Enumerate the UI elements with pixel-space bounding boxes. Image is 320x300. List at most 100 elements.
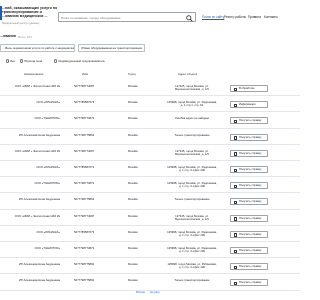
site-header: ...ний, оказывающих услуги по транспорти… bbox=[0, 0, 300, 38]
brand-subtitle: Федеральный реестр (данные) bbox=[2, 22, 40, 25]
cell-inn: 5077798775862 bbox=[74, 132, 95, 137]
cell-inn: 5077798775862 bbox=[74, 262, 95, 267]
document-icon bbox=[233, 281, 237, 286]
table-row[interactable]: ИП Алексеева Нина Андреевна 5077798775862… bbox=[0, 258, 300, 275]
filter-exchange-button[interactable]: Обмен оборудованием на транспортировщик bbox=[78, 44, 145, 52]
row-action-label: Получить справку bbox=[239, 265, 262, 269]
cell-address: 125998, город Москва, ул. Рябиновая, д. … bbox=[167, 262, 217, 270]
row-action-label: Получить справку bbox=[239, 119, 262, 123]
radio-individual[interactable]: Индивидуальный предприниматель bbox=[54, 59, 105, 63]
document-icon bbox=[233, 265, 237, 270]
row-action-label: Получить справку bbox=[239, 232, 262, 236]
radio-all[interactable]: Все bbox=[6, 59, 15, 63]
cell-city: Москва bbox=[128, 213, 138, 218]
cell-name: ООО «ИЛЬИНКА» bbox=[36, 165, 60, 169]
cell-address: 127345, город Москва, ул. Верхнешелчинск… bbox=[175, 213, 209, 221]
cell-inn: 5077798774087 bbox=[74, 148, 95, 153]
cell-name: ИП Алексеева Нина Андреевна bbox=[18, 278, 60, 283]
cell-city: Москва bbox=[128, 132, 138, 137]
radio-checked-icon[interactable] bbox=[6, 59, 10, 63]
table-header: Наименование ИНН Город Адрес объекта bbox=[0, 72, 300, 78]
row-action-label: Получить справку bbox=[239, 200, 262, 204]
col-address: Адрес объекта bbox=[178, 72, 198, 76]
radio-unchecked-icon[interactable] bbox=[20, 59, 24, 63]
row-action-button[interactable]: Получить справку bbox=[230, 182, 268, 190]
row-action-button[interactable]: Получить справку bbox=[230, 133, 268, 141]
table-row[interactable]: ИП Алексеева Нина Андреевна 5077798775862… bbox=[0, 129, 300, 145]
col-inn: ИНН bbox=[82, 72, 89, 76]
search-input[interactable] bbox=[61, 14, 179, 21]
document-icon bbox=[233, 200, 237, 205]
nav-search[interactable]: Поиск по сайту bbox=[202, 15, 224, 19]
table-row[interactable]: ООО «ИМИ + Экологичная НЗЗ Ик 50777987740… bbox=[0, 80, 300, 97]
col-city: Город bbox=[128, 72, 136, 76]
footer-link-other[interactable]: Ни разу bbox=[150, 291, 160, 294]
cell-city: Москва bbox=[128, 262, 138, 267]
row-action-button[interactable]: Получить справку bbox=[230, 117, 268, 125]
row-action-button[interactable]: Получить справку bbox=[230, 230, 268, 238]
radio-unchecked-icon[interactable] bbox=[54, 59, 58, 63]
row-action-button[interactable]: Получить справку bbox=[230, 279, 268, 287]
row-action-label: Получить справку bbox=[239, 216, 262, 220]
cell-inn: 5077798775862 bbox=[74, 197, 95, 202]
search-box[interactable] bbox=[58, 12, 196, 22]
cell-inn: 5077785587673 bbox=[74, 165, 95, 169]
table-row[interactable]: ООО «ИЛЬИНКА» 5077785587673 Москва 125998, … bbox=[0, 96, 300, 113]
cell-city: Москва bbox=[128, 246, 138, 250]
table-row[interactable]: ООО «ИМИ + Экологичная НЗЗ Ик 50777987740… bbox=[0, 210, 300, 226]
cell-name: ИП Алексеева Нина Андреевна bbox=[18, 197, 60, 202]
document-icon bbox=[233, 217, 237, 221]
cell-city: Москва bbox=[128, 100, 138, 105]
cell-name: ООО «ИЛЬИНКА» bbox=[36, 229, 60, 234]
table-row[interactable]: ООО «ТЭНИЛГИЯ» 5077798773872 Москва Ошибка … bbox=[0, 112, 300, 129]
nav-rules[interactable]: Правила bbox=[248, 15, 261, 19]
cell-name: ООО «ТЭНИЛГИЯ» bbox=[34, 246, 60, 250]
row-action-button[interactable]: Получить справку bbox=[230, 214, 268, 222]
cell-address: Ошибка адрес не найдено bbox=[174, 116, 210, 121]
cell-inn: 5077798773872 bbox=[74, 116, 95, 121]
cell-address: 127345, город Москва, ул. Верхнешелчинск… bbox=[175, 84, 209, 92]
row-action-button[interactable]: Информация bbox=[230, 101, 268, 109]
row-action-button[interactable]: Получить справку bbox=[230, 198, 268, 206]
row-action-button[interactable]: Получить справку bbox=[230, 247, 268, 254]
table-row[interactable]: ИП Алексеева Нина Андреевна 5077798775862… bbox=[0, 274, 300, 291]
cell-city: Москва bbox=[128, 197, 138, 202]
nav-contacts[interactable]: Контакты bbox=[264, 15, 278, 19]
col-name: Наименование bbox=[24, 72, 44, 76]
radio-legal[interactable]: Юрлица лица bbox=[20, 59, 42, 63]
cell-city: Москва bbox=[128, 181, 138, 186]
table-row[interactable]: ООО «ТЭНИЛГИЯ» 5077798773872 Москва 125998,… bbox=[0, 242, 300, 259]
radio-label: Индивидуальный предприниматель bbox=[58, 59, 105, 63]
cell-address: 125998, город Москва, ул. Радиомева, д. … bbox=[167, 246, 217, 254]
table-row[interactable]: ООО «ИМИ + Экологичная НЗЗ Ик 50777987740… bbox=[0, 145, 300, 161]
cell-city: Москва bbox=[128, 165, 138, 169]
footer: Россия Ни разу bbox=[0, 291, 300, 297]
search-icon[interactable] bbox=[186, 14, 193, 22]
cell-address: 125998, город Москва, ул. Радиомева, д. … bbox=[167, 165, 217, 173]
cell-inn: 5077785587673 bbox=[74, 100, 95, 105]
cell-inn: 5077798773872 bbox=[74, 246, 95, 250]
table-row[interactable]: ИП Алексеева Нина Андреевна 5077798775862… bbox=[0, 193, 300, 210]
cell-inn: 5077798773872 bbox=[74, 181, 95, 186]
cell-address: Только транспортирование bbox=[174, 132, 210, 137]
cell-name: ООО «ИЛЬИНКА» bbox=[36, 100, 60, 105]
document-icon bbox=[233, 119, 237, 124]
filter-transport-button[interactable]: ...Весь перевозчиков услуги по работе с … bbox=[0, 44, 75, 52]
table-row[interactable]: ООО «ИЛЬИНКА» 5077785587673 Москва 125998, … bbox=[0, 161, 300, 178]
nav-registry[interactable]: Реестр работы bbox=[224, 15, 246, 19]
document-icon bbox=[233, 136, 237, 140]
row-action-button[interactable]: В обработке bbox=[230, 85, 268, 92]
document-icon bbox=[233, 87, 237, 91]
section-count: Всего 103 bbox=[18, 34, 32, 39]
row-action-button[interactable]: Получить справку bbox=[230, 166, 268, 173]
cell-address: Только транспортирование bbox=[174, 197, 210, 202]
cell-name: ООО «ИМИ + Экологичная НЗЗ Ик bbox=[14, 148, 60, 153]
cell-city: Москва bbox=[128, 148, 138, 153]
row-action-button[interactable]: Получить справку bbox=[230, 263, 268, 271]
table-row[interactable]: ООО «ТЭНИЛГИЯ» 5077798773872 Москва 125998,… bbox=[0, 177, 300, 194]
cell-name: ООО «ИМИ + Экологичная НЗЗ Ик bbox=[14, 84, 60, 88]
row-action-button[interactable]: Получить справку bbox=[230, 149, 268, 157]
table-row[interactable]: ООО «ИЛЬИНКА» 5077785587673 Москва 125998, … bbox=[0, 226, 300, 242]
cell-city: Москва bbox=[128, 278, 138, 283]
footer-link-region[interactable]: Россия bbox=[136, 291, 145, 294]
